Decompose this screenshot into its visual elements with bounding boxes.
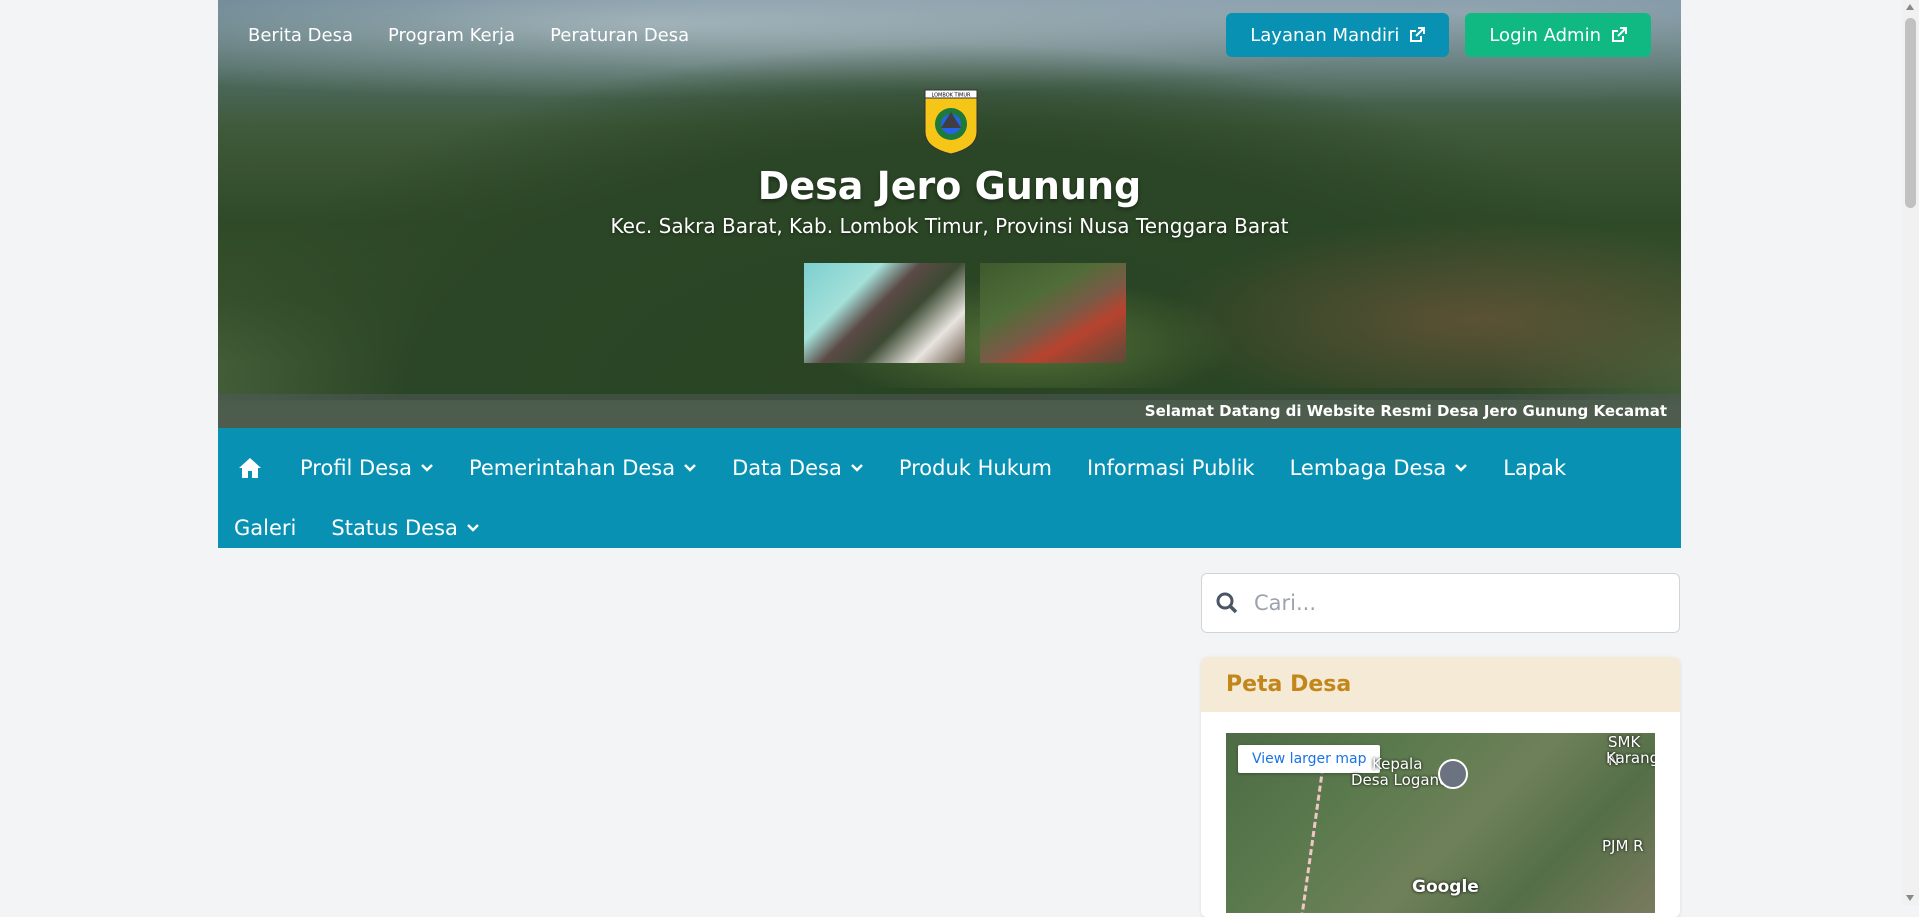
nav-lembaga-desa[interactable]: Lembaga Desa <box>1290 438 1504 498</box>
chevron-down-icon <box>850 464 863 472</box>
top-buttons: Layanan Mandiri Login Admin <box>1210 13 1651 57</box>
layanan-mandiri-button[interactable]: Layanan Mandiri <box>1226 13 1450 57</box>
nav-informasi-publik[interactable]: Informasi Publik <box>1087 438 1290 498</box>
page: Berita Desa Program Kerja Peraturan Desa… <box>218 0 1681 917</box>
top-nav-peraturan-desa[interactable]: Peraturan Desa <box>550 25 689 46</box>
external-link-icon <box>1410 27 1426 42</box>
hero-photo-1[interactable] <box>804 263 965 363</box>
home-button[interactable] <box>234 438 300 498</box>
nav-lembaga-desa-label: Lembaga Desa <box>1289 456 1447 480</box>
chevron-down-icon <box>1455 464 1468 472</box>
login-admin-button[interactable]: Login Admin <box>1465 13 1651 57</box>
village-map[interactable]: View larger map Kepala Desa Logandu SMK … <box>1226 733 1655 913</box>
ticker-text: Selamat Datang di Website Resmi Desa Jer… <box>1144 402 1667 420</box>
hero-village <box>1161 218 1681 388</box>
hero-photo-2[interactable] <box>980 263 1126 363</box>
search-box <box>1201 573 1680 633</box>
map-road <box>1297 758 1332 913</box>
search-icon <box>1216 592 1238 614</box>
site-subtitle: Kec. Sakra Barat, Kab. Lombok Timur, Pro… <box>610 214 1289 238</box>
peta-desa-card: Peta Desa View larger map Kepala Desa Lo… <box>1201 657 1680 917</box>
map-pin-icon[interactable] <box>1438 759 1468 789</box>
map-label-pjm: PJM R <box>1602 837 1644 855</box>
nav-lapak[interactable]: Lapak <box>1503 438 1601 498</box>
layanan-mandiri-label: Layanan Mandiri <box>1250 24 1400 46</box>
peta-desa-title: Peta Desa <box>1226 672 1352 697</box>
nav-data-desa[interactable]: Data Desa <box>732 438 899 498</box>
nav-status-desa-label: Status Desa <box>331 516 458 540</box>
chevron-down-icon <box>421 464 433 472</box>
nav-profil-desa-label: Profil Desa <box>300 456 412 480</box>
top-nav-berita-desa[interactable]: Berita Desa <box>248 25 353 46</box>
chevron-down-icon <box>684 464 696 472</box>
external-link-icon <box>1612 27 1627 42</box>
nav-pemerintahan-desa[interactable]: Pemerintahan Desa <box>469 438 732 498</box>
scroll-down-icon[interactable] <box>1906 895 1914 901</box>
google-logo: Google <box>1412 877 1479 897</box>
nav-pemerintahan-desa-label: Pemerintahan Desa <box>468 456 676 480</box>
peta-desa-header: Peta Desa <box>1201 657 1680 712</box>
page-scrollbar[interactable] <box>1902 0 1919 905</box>
nav-produk-hukum[interactable]: Produk Hukum <box>899 438 1087 498</box>
nav-profil-desa[interactable]: Profil Desa <box>300 438 469 498</box>
scroll-up-icon[interactable] <box>1906 4 1914 10</box>
chevron-down-icon <box>466 524 479 532</box>
lombok-timur-logo: LOMBOK TIMUR <box>924 89 978 155</box>
marquee-ticker: Selamat Datang di Website Resmi Desa Jer… <box>218 394 1681 428</box>
main-nav: Profil Desa Pemerintahan Desa Data Desa … <box>218 428 1681 548</box>
scroll-thumb[interactable] <box>1905 18 1916 208</box>
home-icon <box>239 458 261 478</box>
site-title: Desa Jero Gunung <box>757 164 1142 208</box>
search-input[interactable] <box>1252 590 1656 616</box>
top-nav-program-kerja[interactable]: Program Kerja <box>388 25 515 46</box>
top-nav: Berita Desa Program Kerja Peraturan Desa <box>218 0 724 70</box>
map-label-karang: Karang <box>1606 749 1655 767</box>
hero-header: Berita Desa Program Kerja Peraturan Desa… <box>218 0 1681 428</box>
nav-status-desa[interactable]: Status Desa <box>331 498 515 558</box>
nav-galeri[interactable]: Galeri <box>234 498 331 558</box>
nav-data-desa-label: Data Desa <box>732 456 842 480</box>
view-larger-map-link[interactable]: View larger map <box>1238 745 1381 773</box>
login-admin-label: Login Admin <box>1489 24 1601 46</box>
